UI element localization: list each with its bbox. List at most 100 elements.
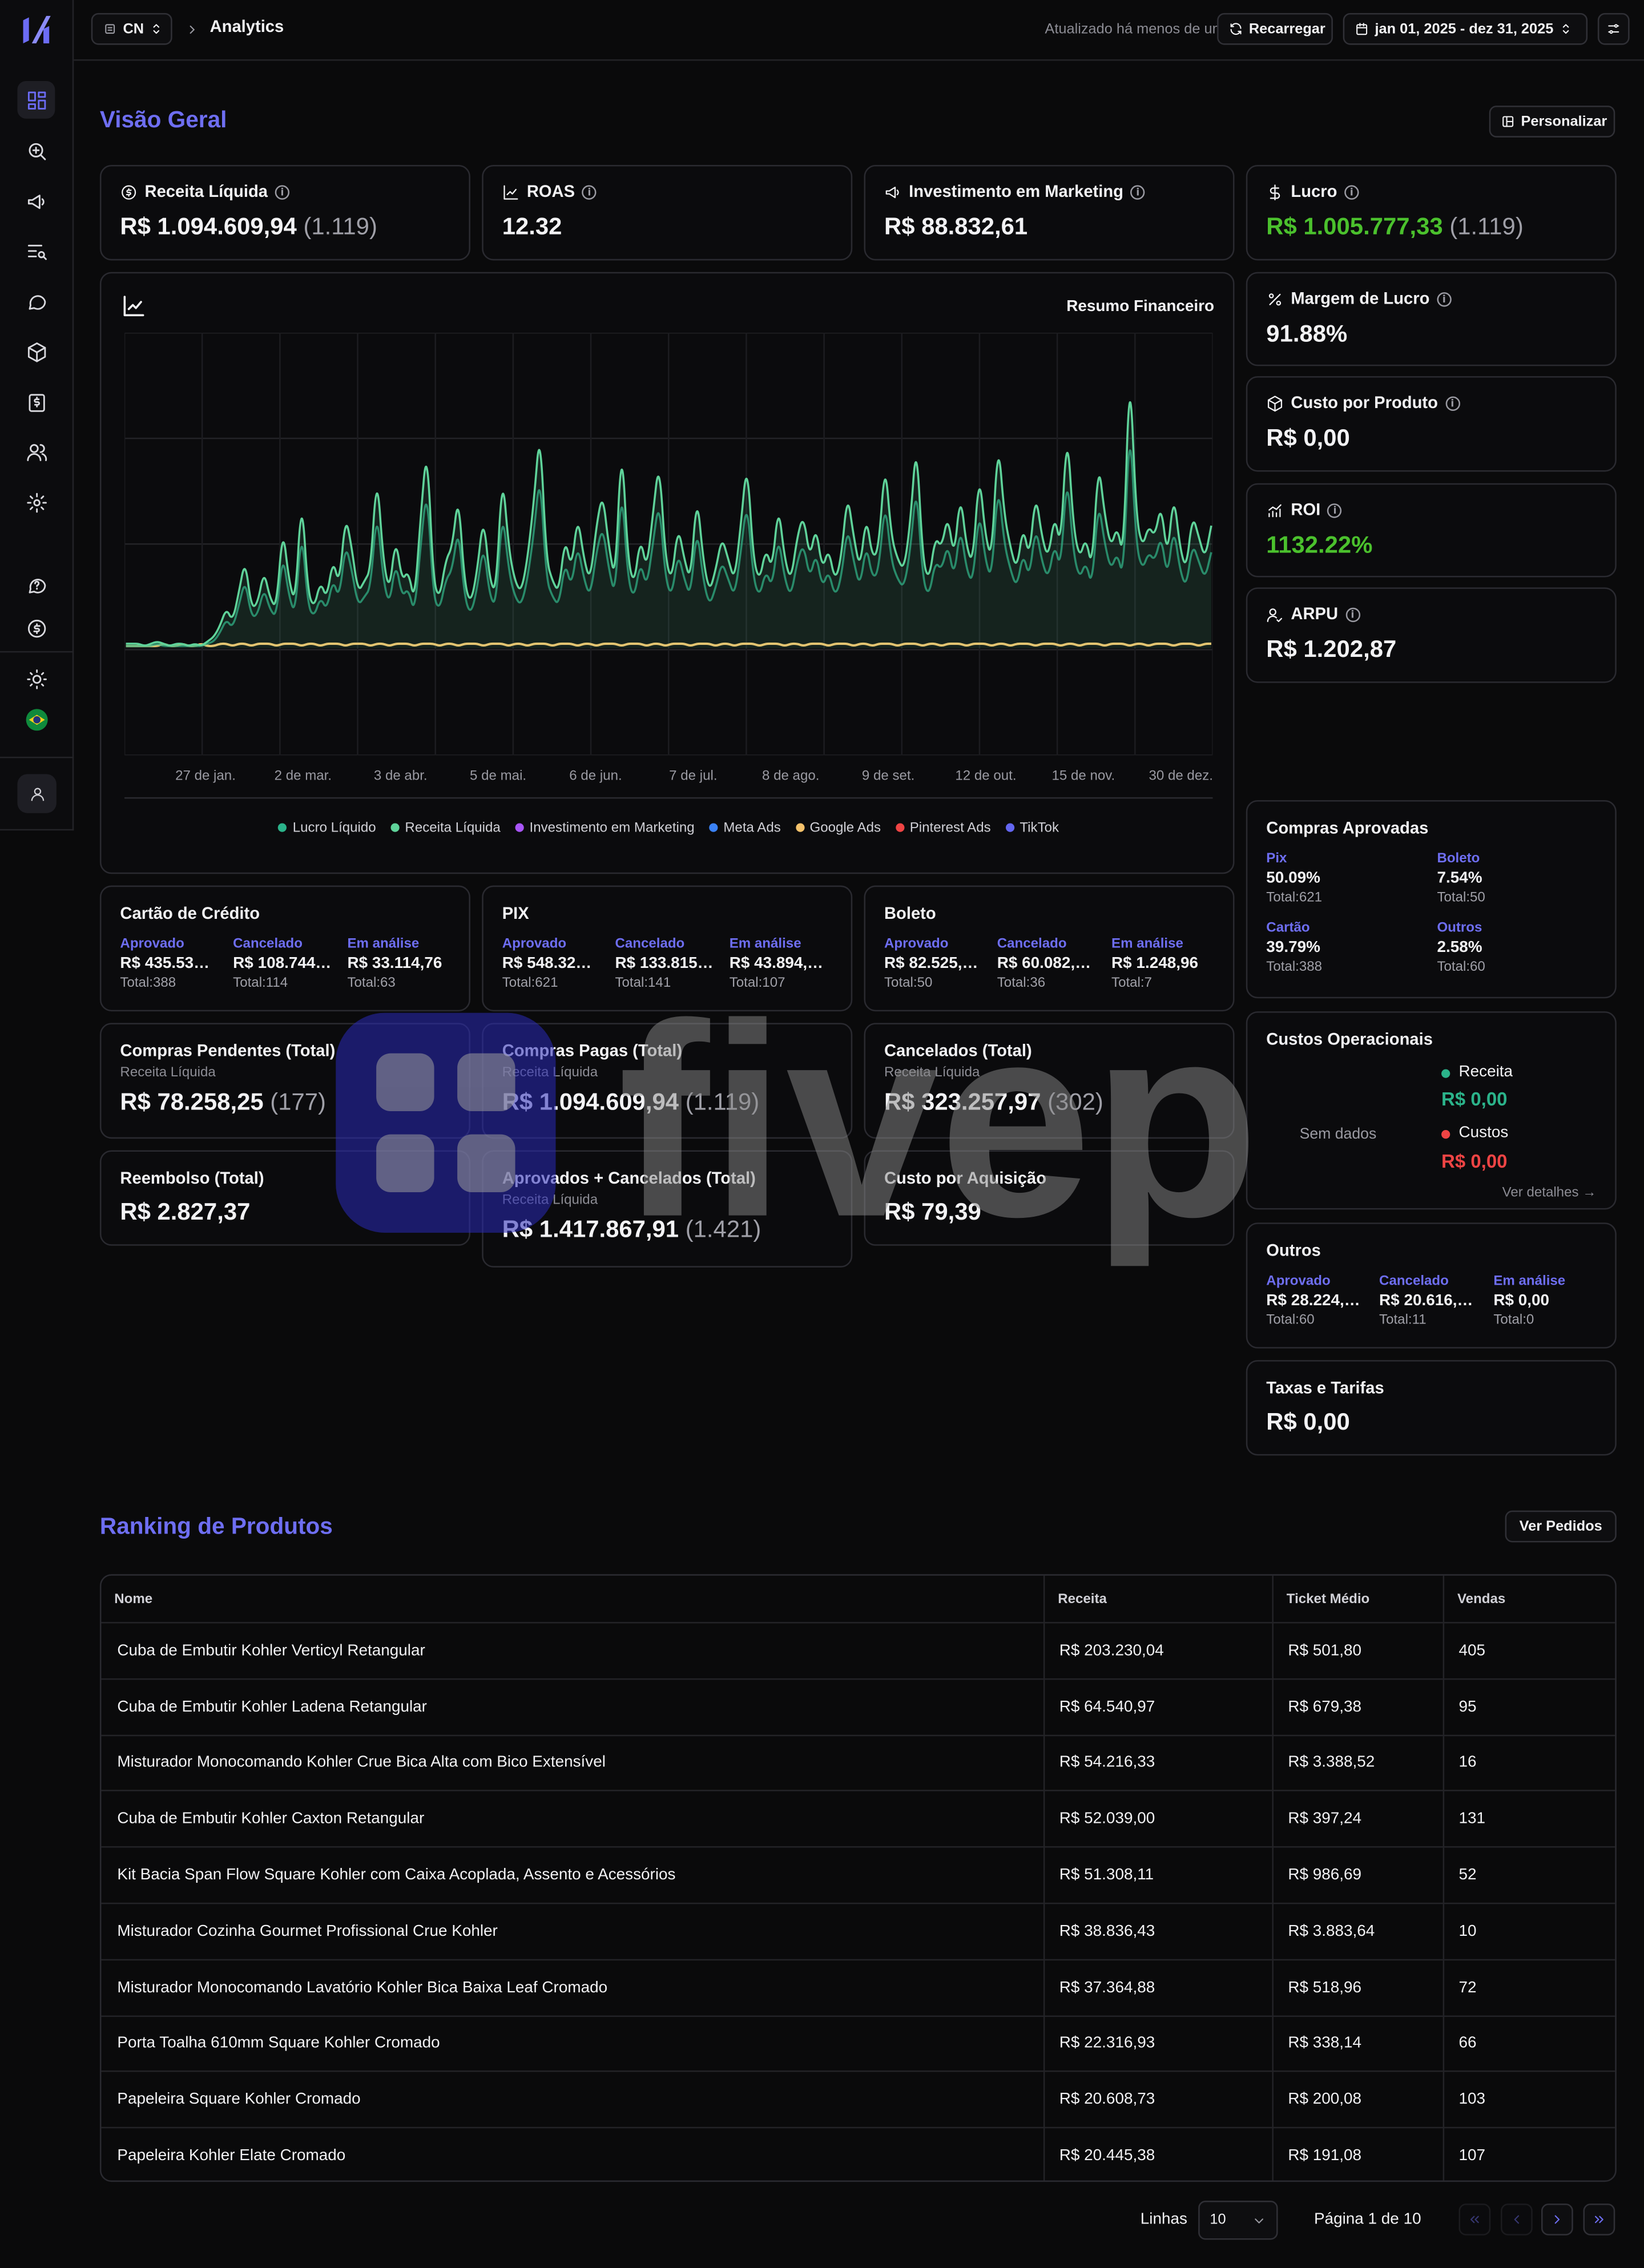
info-icon[interactable]: i — [582, 185, 597, 200]
kpi-card-lucro[interactable]: Lucro i R$ 1.005.777,33 (1.119) — [1246, 165, 1617, 261]
kpi-card-roas[interactable]: ROAS i 12.32 — [482, 165, 853, 261]
card-value: R$ 1.094.609,94 (1.119) — [502, 1089, 759, 1117]
table-row[interactable]: Misturador Monocomando Lavatório Kohler … — [101, 1959, 1615, 2015]
sidebar-item-support[interactable] — [17, 566, 55, 603]
total-card-pendentes[interactable]: Compras Pendentes (Total) Receita Líquid… — [99, 1023, 470, 1139]
payment-card-boleto[interactable]: Boleto Aprovado R$ 82.525,… Total:50 Cance… — [864, 885, 1235, 1012]
table-row[interactable]: Cuba de Embutir Kohler Verticyl Retangul… — [101, 1621, 1615, 1678]
card-title: PIX — [502, 906, 529, 923]
total-card-cancelados[interactable]: Cancelados (Total) Receita Líquida R$ 32… — [864, 1023, 1235, 1139]
table-row[interactable]: Papeleira Kohler Elate Cromado R$ 20.445,… — [101, 2127, 1615, 2180]
others-card[interactable]: Outros Aprovado R$ 28.224,… Total:60 Cance… — [1246, 1222, 1617, 1349]
chart-title: Resumo Financeiro — [1066, 298, 1215, 316]
sidebar-item-chat[interactable] — [17, 282, 55, 320]
card-title: Compras Pagas (Total) — [502, 1043, 683, 1061]
table-row[interactable]: Misturador Monocomando Kohler Crue Bica … — [101, 1734, 1615, 1790]
ticket-cell: R$ 679,38 — [1288, 1698, 1362, 1716]
sidebar-item-marketing[interactable] — [17, 182, 55, 220]
sidebar-item-dashboard[interactable] — [17, 80, 55, 119]
total-card-aprovados-cancelados[interactable]: Aprovados + Cancelados (Total) Receita L… — [482, 1150, 853, 1268]
legend-item[interactable]: Lucro Líquido — [278, 820, 376, 836]
total-card-cac[interactable]: Custo por Aquisição R$ 79,39 — [864, 1150, 1235, 1246]
value-text: R$ 78.258,25 — [120, 1089, 264, 1116]
chevrons-right-icon — [1595, 2215, 1603, 2223]
total-card-pagas[interactable]: Compras Pagas (Total) Receita Líquida R$… — [482, 1023, 853, 1139]
table-row[interactable]: Misturador Cozinha Gourmet Profissional … — [101, 1902, 1615, 1959]
legend-item[interactable]: Pinterest Ads — [895, 820, 991, 836]
sidebar-item-finance[interactable] — [17, 384, 55, 421]
table-row[interactable]: Cuba de Embutir Kohler Caxton Retangular… — [101, 1790, 1615, 1846]
table-row[interactable]: Papeleira Square Kohler Cromado R$ 20.608… — [101, 2071, 1615, 2127]
kpi-card-receita[interactable]: Receita Líquida i R$ 1.094.609,94 (1.119) — [99, 165, 470, 261]
col-total: Total:107 — [729, 975, 785, 991]
info-icon[interactable]: i — [1344, 185, 1359, 200]
payment-card-credito[interactable]: Cartão de Crédito Aprovado R$ 435.53… Tota… — [99, 885, 470, 1012]
value-text: R$ 1.417.867,91 — [502, 1217, 679, 1243]
sales-cell: 52 — [1458, 1866, 1477, 1884]
table-row[interactable]: Porta Toalha 610mm Square Kohler Cromado… — [101, 2015, 1615, 2071]
column-header-sales[interactable]: Vendas — [1457, 1591, 1505, 1607]
next-page-button[interactable] — [1541, 2204, 1573, 2235]
fees-card[interactable]: Taxas e Tarifas R$ 0,00 — [1246, 1360, 1617, 1456]
info-icon[interactable]: i — [1437, 292, 1452, 307]
info-icon[interactable]: i — [1445, 396, 1460, 411]
kpi-card-arpu[interactable]: ARPU i R$ 1.202,87 — [1246, 587, 1617, 683]
revenue-cell: R$ 54.216,33 — [1059, 1754, 1155, 1772]
total-card-reembolso[interactable]: Reembolso (Total) R$ 2.827,37 — [99, 1150, 470, 1246]
rows-per-page-select[interactable]: 10 — [1198, 2201, 1278, 2240]
legend-label: Investimento em Marketing — [529, 820, 695, 836]
col-value: R$ 133.815… — [615, 955, 714, 972]
sidebar-item-billing[interactable] — [17, 615, 55, 641]
brazil-flag-icon[interactable] — [26, 709, 48, 731]
view-orders-button[interactable]: Ver Pedidos — [1505, 1510, 1617, 1543]
legend-item[interactable]: Investimento em Marketing — [515, 820, 695, 836]
user-avatar[interactable] — [17, 774, 57, 813]
date-range-picker[interactable]: jan 01, 2025 - dez 31, 2025 — [1343, 13, 1588, 45]
table-row[interactable]: Kit Bacia Span Flow Square Kohler com Ca… — [101, 1846, 1615, 1902]
table-row[interactable]: Cuba de Embutir Kohler Ladena Retangular… — [101, 1678, 1615, 1734]
item-total: Total:60 — [1437, 959, 1485, 975]
kpi-card-marketing[interactable]: Investimento em Marketing i R$ 88.832,61 — [864, 165, 1235, 261]
status-col-approved: Aprovado R$ 435.53… Total:388 — [120, 936, 230, 991]
legend-item[interactable]: Meta Ads — [709, 820, 781, 836]
line-chart[interactable] — [124, 333, 1213, 756]
info-icon[interactable]: i — [1327, 503, 1343, 518]
previous-page-button[interactable] — [1501, 2204, 1533, 2235]
column-header-name[interactable]: Nome — [114, 1591, 152, 1607]
kpi-card-margem[interactable]: Margem de Lucro i 91.88% — [1246, 272, 1617, 366]
sidebar-item-analytics[interactable] — [17, 132, 55, 170]
reload-button[interactable]: Recarregar — [1217, 13, 1333, 45]
payment-card-pix[interactable]: PIX Aprovado R$ 548.32… Total:621 Cancelad… — [482, 885, 853, 1012]
info-icon[interactable]: i — [275, 185, 290, 200]
store-selector[interactable]: CN — [91, 13, 172, 45]
info-icon[interactable]: i — [1130, 185, 1146, 200]
legend-item[interactable]: TikTok — [1005, 820, 1059, 836]
kpi-value: 91.88% — [1266, 321, 1348, 348]
app-logo[interactable] — [19, 11, 54, 49]
kpi-card-custo-produto[interactable]: Custo por Produto i R$ 0,00 — [1246, 376, 1617, 472]
first-page-button[interactable] — [1458, 2204, 1491, 2235]
sidebar-item-products[interactable] — [17, 333, 55, 370]
last-page-button[interactable] — [1583, 2204, 1615, 2235]
theme-toggle[interactable] — [17, 660, 55, 697]
store-icon — [105, 24, 115, 34]
sidebar-item-orders[interactable] — [17, 232, 55, 269]
ticket-cell: R$ 986,69 — [1288, 1866, 1362, 1884]
approved-purchases-card[interactable]: Compras Aprovadas Pix 50.09% Total:621 Bol… — [1246, 800, 1617, 999]
card-value: R$ 323.257,97 (302) — [884, 1089, 1103, 1117]
operational-costs-card[interactable]: Custos Operacionais Sem dados Receita R$… — [1246, 1011, 1617, 1210]
x-tick-label: 15 de nov. — [1051, 768, 1115, 785]
column-header-ticket[interactable]: Ticket Médio — [1287, 1591, 1369, 1607]
sidebar-item-settings[interactable] — [17, 483, 55, 521]
legend-item[interactable]: Receita Líquida — [390, 820, 501, 836]
sidebar-item-customers[interactable] — [17, 433, 55, 470]
info-icon[interactable]: i — [1345, 607, 1360, 623]
customize-button[interactable]: Personalizar — [1489, 106, 1615, 138]
legend-item[interactable]: Google Ads — [795, 820, 881, 836]
status-col-cancelled: Cancelado R$ 20.616,… Total:11 — [1379, 1273, 1489, 1328]
kpi-card-roi[interactable]: ROI i 1132.22% — [1246, 483, 1617, 578]
chevrons-left-icon — [1470, 2215, 1479, 2223]
filter-settings-button[interactable] — [1597, 13, 1630, 45]
details-link[interactable]: Ver detalhes → — [1502, 1185, 1597, 1201]
column-header-revenue[interactable]: Receita — [1058, 1591, 1107, 1607]
